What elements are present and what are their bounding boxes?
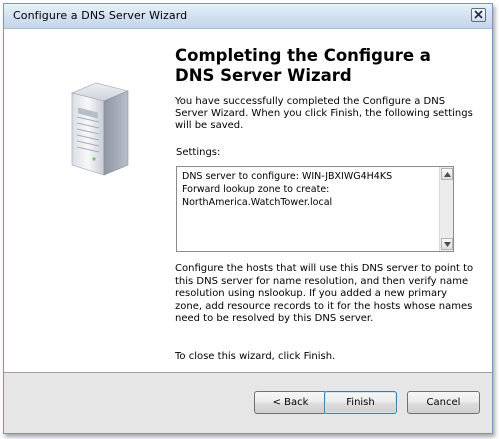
close-instruction-text: To close this wizard, click Finish. xyxy=(175,351,336,362)
scroll-up-button[interactable] xyxy=(441,168,453,180)
wizard-content: Completing the Configure a DNS Server Wi… xyxy=(4,29,492,372)
settings-label: Settings: xyxy=(176,147,221,158)
page-title: Completing the Configure a DNS Server Wi… xyxy=(175,46,431,85)
scroll-down-button[interactable] xyxy=(441,238,453,250)
settings-textbox[interactable]: DNS server to configure: WIN-JBXIWG4H4KS… xyxy=(176,166,454,252)
intro-text: You have successfully completed the Conf… xyxy=(175,96,473,131)
vertical-scrollbar[interactable] xyxy=(439,167,453,251)
server-icon xyxy=(71,82,129,176)
instructions-text: Configure the hosts that will use this D… xyxy=(175,263,474,325)
close-button[interactable] xyxy=(471,8,486,22)
settings-text: DNS server to configure: WIN-JBXIWG4H4KS… xyxy=(182,171,393,208)
button-bar: < Back Finish Cancel xyxy=(4,372,492,433)
scroll-up-arrow-icon xyxy=(444,172,451,177)
scroll-down-arrow-icon xyxy=(444,242,451,247)
close-icon xyxy=(474,10,483,19)
window-title: Configure a DNS Server Wizard xyxy=(13,9,188,22)
finish-button[interactable]: Finish xyxy=(324,391,397,414)
title-bar: Configure a DNS Server Wizard xyxy=(4,4,492,29)
wizard-window: Configure a DNS Server Wizard Completing… xyxy=(3,3,493,434)
back-button[interactable]: < Back xyxy=(254,391,327,414)
cancel-button[interactable]: Cancel xyxy=(407,391,480,414)
